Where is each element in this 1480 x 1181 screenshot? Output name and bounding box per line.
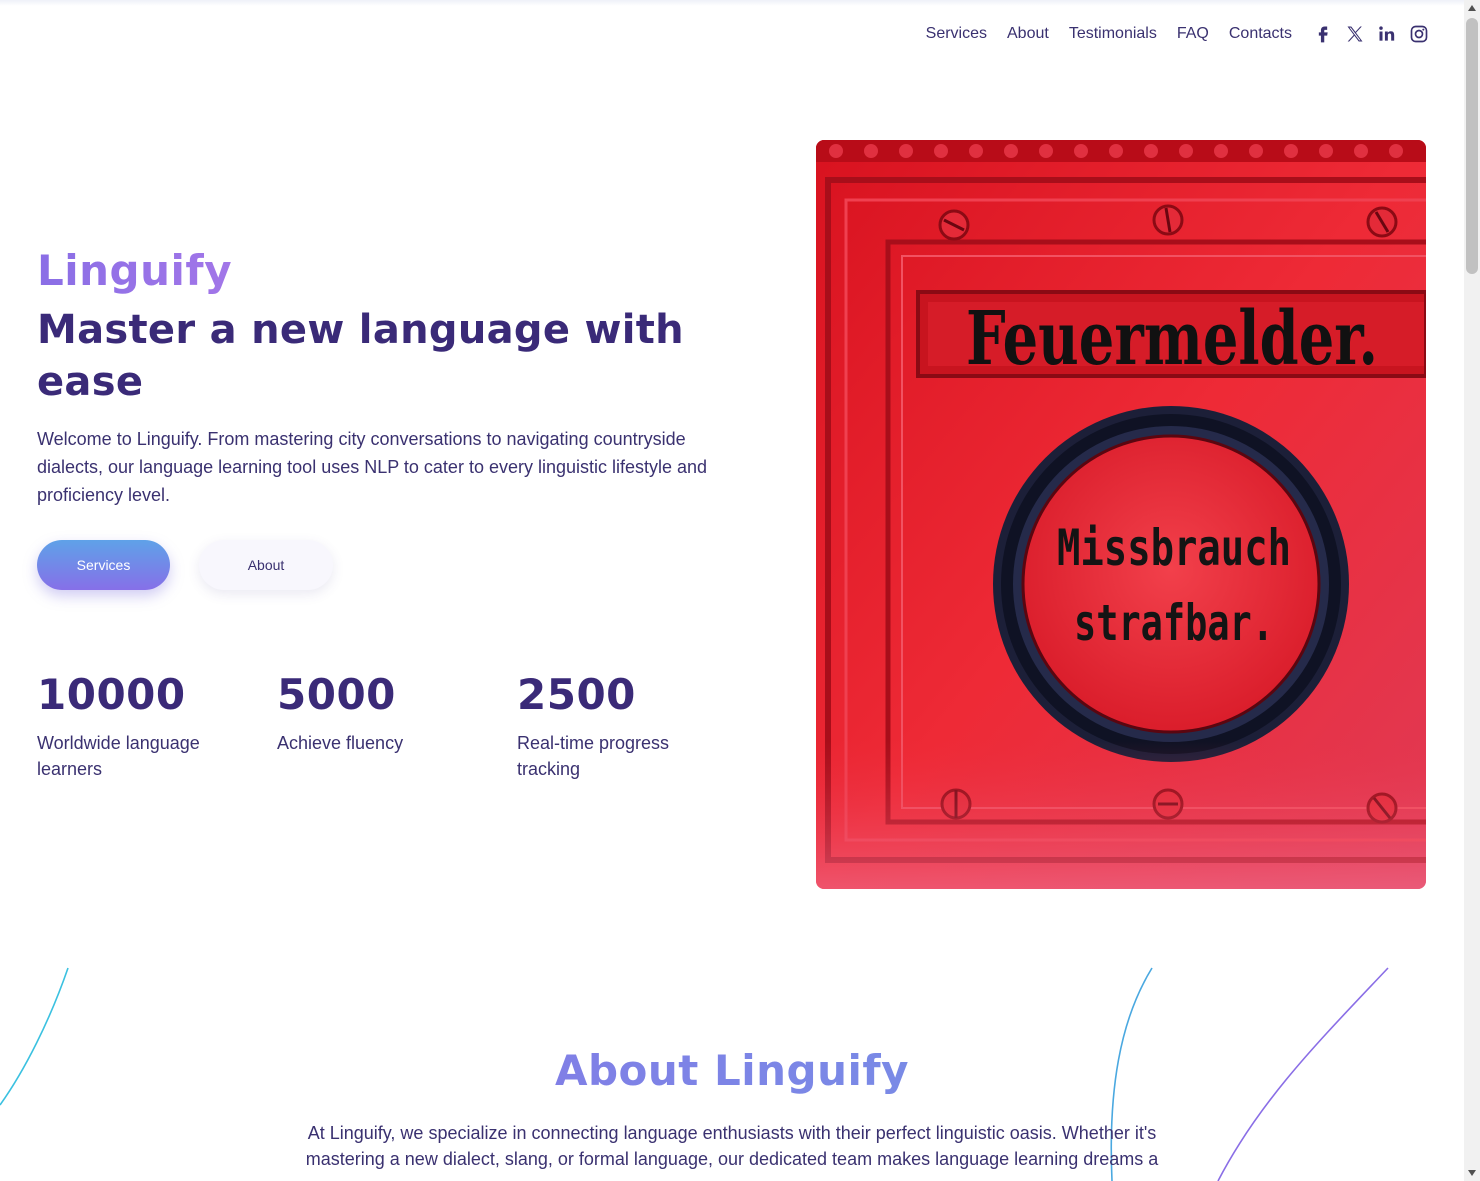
sign-top-text: Feuermelder. xyxy=(966,296,1378,382)
about-text: At Linguify, we specialize in connecting… xyxy=(305,1123,1159,1169)
stat-label: Real-time progress tracking xyxy=(517,733,670,779)
scrollbar-thumb[interactable] xyxy=(1466,18,1478,274)
hero-headline: Master a new language with ease xyxy=(37,307,684,405)
facebook-icon[interactable] xyxy=(1312,23,1334,45)
about-title: About Linguify xyxy=(0,1046,1464,1095)
nav-link-contacts[interactable]: Contacts xyxy=(1229,20,1292,48)
services-button[interactable]: Services xyxy=(37,540,170,590)
top-shadow xyxy=(0,0,1464,6)
nav-link-faq[interactable]: FAQ xyxy=(1177,20,1209,48)
x-twitter-icon[interactable] xyxy=(1344,23,1366,45)
about-button[interactable]: About xyxy=(199,540,333,590)
top-nav: Services About Testimonials FAQ Contacts xyxy=(926,20,1430,48)
nav-link-services[interactable]: Services xyxy=(926,20,987,48)
nav-link-about[interactable]: About xyxy=(1007,20,1049,48)
fire-alarm-photo: Feuermelder. Missbrauch strafbar. xyxy=(816,140,1426,889)
instagram-icon[interactable] xyxy=(1408,23,1430,45)
stat-learners: 10000 Worldwide language learners xyxy=(37,668,247,782)
stat-label: Achieve fluency xyxy=(277,733,404,753)
social-links xyxy=(1312,23,1430,45)
scroll-down-arrow-icon[interactable] xyxy=(1464,1165,1480,1181)
about-title-text: About Linguify xyxy=(554,1046,910,1095)
stat-value: 5000 xyxy=(277,670,396,719)
stat-value: 10000 xyxy=(37,670,186,719)
stat-label: Worldwide language learners xyxy=(37,733,200,779)
brand-name: Linguify xyxy=(37,246,233,295)
stat-tracking: 2500 Real-time progress tracking xyxy=(517,668,727,782)
nav-link-testimonials[interactable]: Testimonials xyxy=(1069,20,1157,48)
hero-image: Feuermelder. Missbrauch strafbar. xyxy=(816,140,1426,889)
sign-line2-text: strafbar. xyxy=(1074,594,1274,652)
hero-description: Welcome to Linguify. From mastering city… xyxy=(37,429,708,505)
scroll-up-arrow-icon[interactable] xyxy=(1464,0,1480,16)
linkedin-icon[interactable] xyxy=(1376,23,1398,45)
stat-fluency: 5000 Achieve fluency xyxy=(277,668,487,756)
sign-line1-text: Missbrauch xyxy=(1057,519,1291,577)
stat-value: 2500 xyxy=(517,670,636,719)
